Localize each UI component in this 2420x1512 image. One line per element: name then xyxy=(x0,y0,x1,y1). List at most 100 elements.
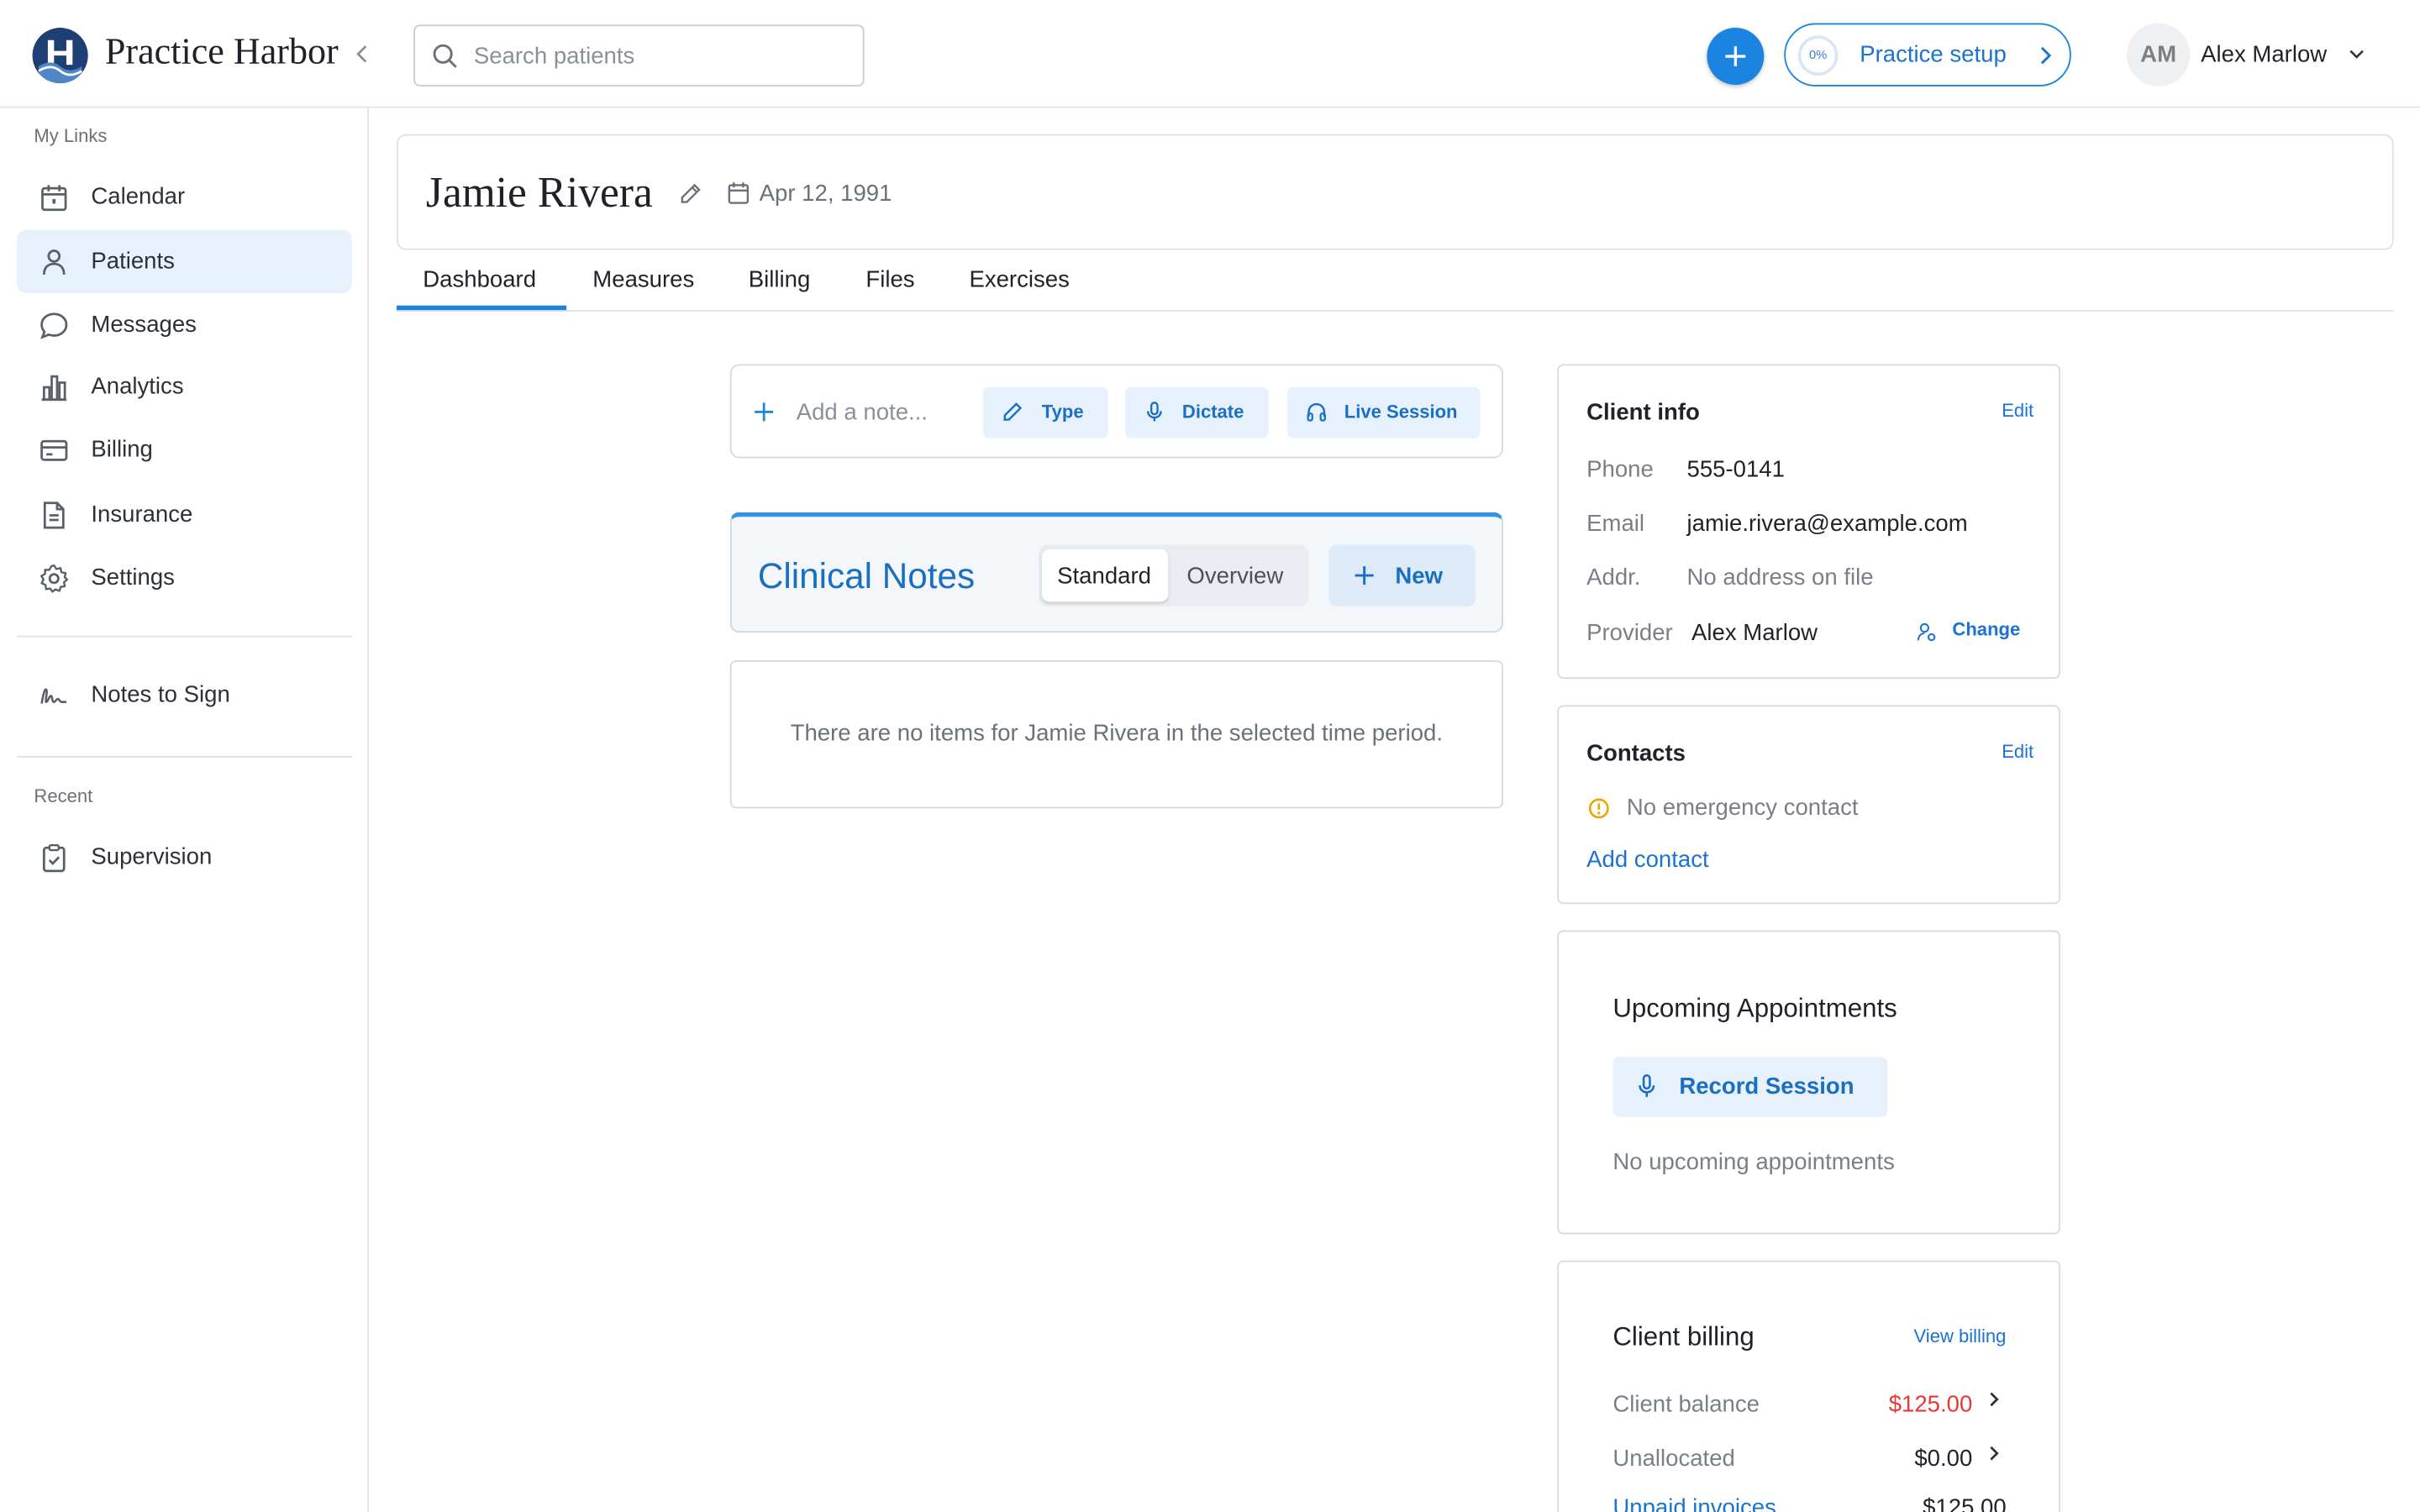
warning-icon xyxy=(1588,798,1610,820)
sidebar-item-calendar[interactable]: Calendar xyxy=(17,165,352,228)
edit-client-info-link[interactable]: Edit xyxy=(2002,400,2033,422)
phone-value: 555-0141 xyxy=(1686,456,1785,483)
gear-icon xyxy=(39,563,70,594)
edit-pencil-icon[interactable] xyxy=(679,182,702,206)
notes-empty-state: There are no items for Jamie Rivera in t… xyxy=(729,660,1503,809)
sidebar-item-insurance[interactable]: Insurance xyxy=(17,483,352,546)
toggle-overview[interactable]: Overview xyxy=(1186,563,1283,589)
sidebar-item-analytics[interactable]: Analytics xyxy=(17,354,352,417)
tab-billing[interactable]: Billing xyxy=(749,267,811,293)
client-balance-label: Client balance xyxy=(1612,1391,1760,1418)
new-label: New xyxy=(1395,563,1444,590)
avatar[interactable]: AM xyxy=(2126,23,2191,87)
sidebar-item-supervision[interactable]: Supervision xyxy=(17,826,352,889)
plus-icon[interactable] xyxy=(753,402,775,423)
sidebar-item-messages[interactable]: Messages xyxy=(17,293,352,356)
calendar-icon xyxy=(39,182,70,213)
email-label: Email xyxy=(1586,510,1645,538)
chevron-right-icon[interactable] xyxy=(1986,1442,2002,1464)
practice-setup-label: Practice setup xyxy=(1860,41,2007,68)
sidebar-item-label: Patients xyxy=(91,248,175,275)
dictate-button[interactable]: Dictate xyxy=(1124,387,1269,438)
logo-icon[interactable] xyxy=(32,28,88,84)
sidebar-item-label: Settings xyxy=(91,564,175,591)
unallocated-label: Unallocated xyxy=(1612,1445,1735,1473)
plus-icon xyxy=(1355,566,1374,585)
client-balance-value: $125.00 xyxy=(1888,1391,1973,1418)
chat-icon xyxy=(39,310,70,341)
clinical-notes-header: Clinical Notes Standard Overview New xyxy=(729,512,1503,633)
add-note-input[interactable]: Add a note... xyxy=(797,400,928,426)
sidebar: My Links Calendar Patients Messages Anal… xyxy=(0,108,369,1512)
sidebar-item-label: Billing xyxy=(91,436,153,464)
sidebar-item-label: Notes to Sign xyxy=(91,681,230,709)
user-name[interactable]: Alex Marlow xyxy=(2201,42,2327,68)
my-links-label: My Links xyxy=(34,124,108,147)
bar-chart-icon xyxy=(39,372,70,403)
sidebar-item-label: Analytics xyxy=(91,373,184,400)
setup-progress-ring: 0% xyxy=(1797,35,1839,76)
empty-message: There are no items for Jamie Rivera in t… xyxy=(790,720,1444,747)
sidebar-item-billing[interactable]: Billing xyxy=(17,418,352,481)
search-input[interactable]: Search patients xyxy=(413,24,865,87)
address-value: No address on file xyxy=(1686,564,1874,591)
microphone-icon xyxy=(1144,402,1165,423)
practice-setup-button[interactable]: 0% Practice setup xyxy=(1784,23,2071,87)
chevron-right-icon xyxy=(2036,45,2054,66)
dictate-label: Dictate xyxy=(1181,401,1244,423)
tab-exercises[interactable]: Exercises xyxy=(969,267,1069,293)
card-icon xyxy=(39,435,70,466)
clipboard-check-icon xyxy=(39,843,70,874)
plus-icon xyxy=(1725,46,1746,66)
active-tab-indicator xyxy=(397,305,567,311)
date-of-birth: Apr 12, 1991 xyxy=(759,180,892,207)
sidebar-item-patients[interactable]: Patients xyxy=(17,229,352,293)
provider-label: Provider xyxy=(1586,620,1673,647)
sidebar-item-label: Insurance xyxy=(91,501,193,528)
sidebar-item-settings[interactable]: Settings xyxy=(17,546,352,609)
person-icon xyxy=(39,247,70,278)
new-note-button[interactable]: New xyxy=(1328,544,1476,606)
tab-dashboard[interactable]: Dashboard xyxy=(423,267,536,293)
record-session-label: Record Session xyxy=(1679,1074,1854,1100)
email-value: jamie.rivera@example.com xyxy=(1686,510,1968,538)
address-label: Addr. xyxy=(1586,564,1641,591)
toggle-standard[interactable]: Standard xyxy=(1041,549,1169,602)
collapse-sidebar-icon[interactable] xyxy=(350,42,375,66)
unpaid-invoices-link[interactable]: Unpaid invoices xyxy=(1612,1495,1776,1512)
sidebar-divider xyxy=(17,635,352,638)
top-bar: Practice Harbor Search patients 0% Pract… xyxy=(0,0,2420,108)
patient-name: Jamie Rivera xyxy=(425,170,653,218)
upcoming-appointments-card: Upcoming Appointments Record Session No … xyxy=(1557,930,2060,1235)
add-note-bar: Add a note... Type Dictate Live Session xyxy=(729,364,1503,459)
patient-tabs: Dashboard Measures Billing Files Exercis… xyxy=(397,250,2394,312)
client-info-title: Client info xyxy=(1586,399,1700,426)
no-emergency-contact: No emergency contact xyxy=(1626,794,1859,822)
tab-measures[interactable]: Measures xyxy=(592,267,694,293)
sidebar-item-label: Messages xyxy=(91,312,197,339)
clinical-notes-title: Clinical Notes xyxy=(757,555,976,596)
toggle-standard-label: Standard xyxy=(1057,563,1151,590)
unallocated-value: $0.00 xyxy=(1914,1445,1973,1473)
view-billing-link[interactable]: View billing xyxy=(1914,1326,2007,1347)
recent-label: Recent xyxy=(34,785,93,807)
change-provider-link[interactable]: Change xyxy=(1952,619,2020,641)
view-toggle: Standard Overview xyxy=(1039,544,1309,606)
create-button[interactable] xyxy=(1707,28,1765,86)
brand-name: Practice Harbor xyxy=(104,32,339,73)
record-session-button[interactable]: Record Session xyxy=(1612,1057,1888,1117)
type-note-button[interactable]: Type xyxy=(982,387,1108,438)
calendar-icon xyxy=(727,181,750,205)
add-contact-link[interactable]: Add contact xyxy=(1586,847,1709,873)
unpaid-invoices-value: $125.00 xyxy=(1923,1494,2007,1512)
sidebar-item-label: Supervision xyxy=(91,843,213,870)
tab-files[interactable]: Files xyxy=(865,267,914,293)
headphones-icon xyxy=(1306,402,1328,423)
chevron-right-icon[interactable] xyxy=(1986,1389,2002,1410)
change-provider-icon[interactable] xyxy=(1917,622,1937,642)
edit-contacts-link[interactable]: Edit xyxy=(2002,741,2033,763)
appointments-title: Upcoming Appointments xyxy=(1612,993,1897,1023)
live-session-button[interactable]: Live Session xyxy=(1286,387,1481,438)
chevron-down-icon[interactable] xyxy=(2348,46,2366,61)
sidebar-item-notes-to-sign[interactable]: Notes to Sign xyxy=(17,664,352,727)
